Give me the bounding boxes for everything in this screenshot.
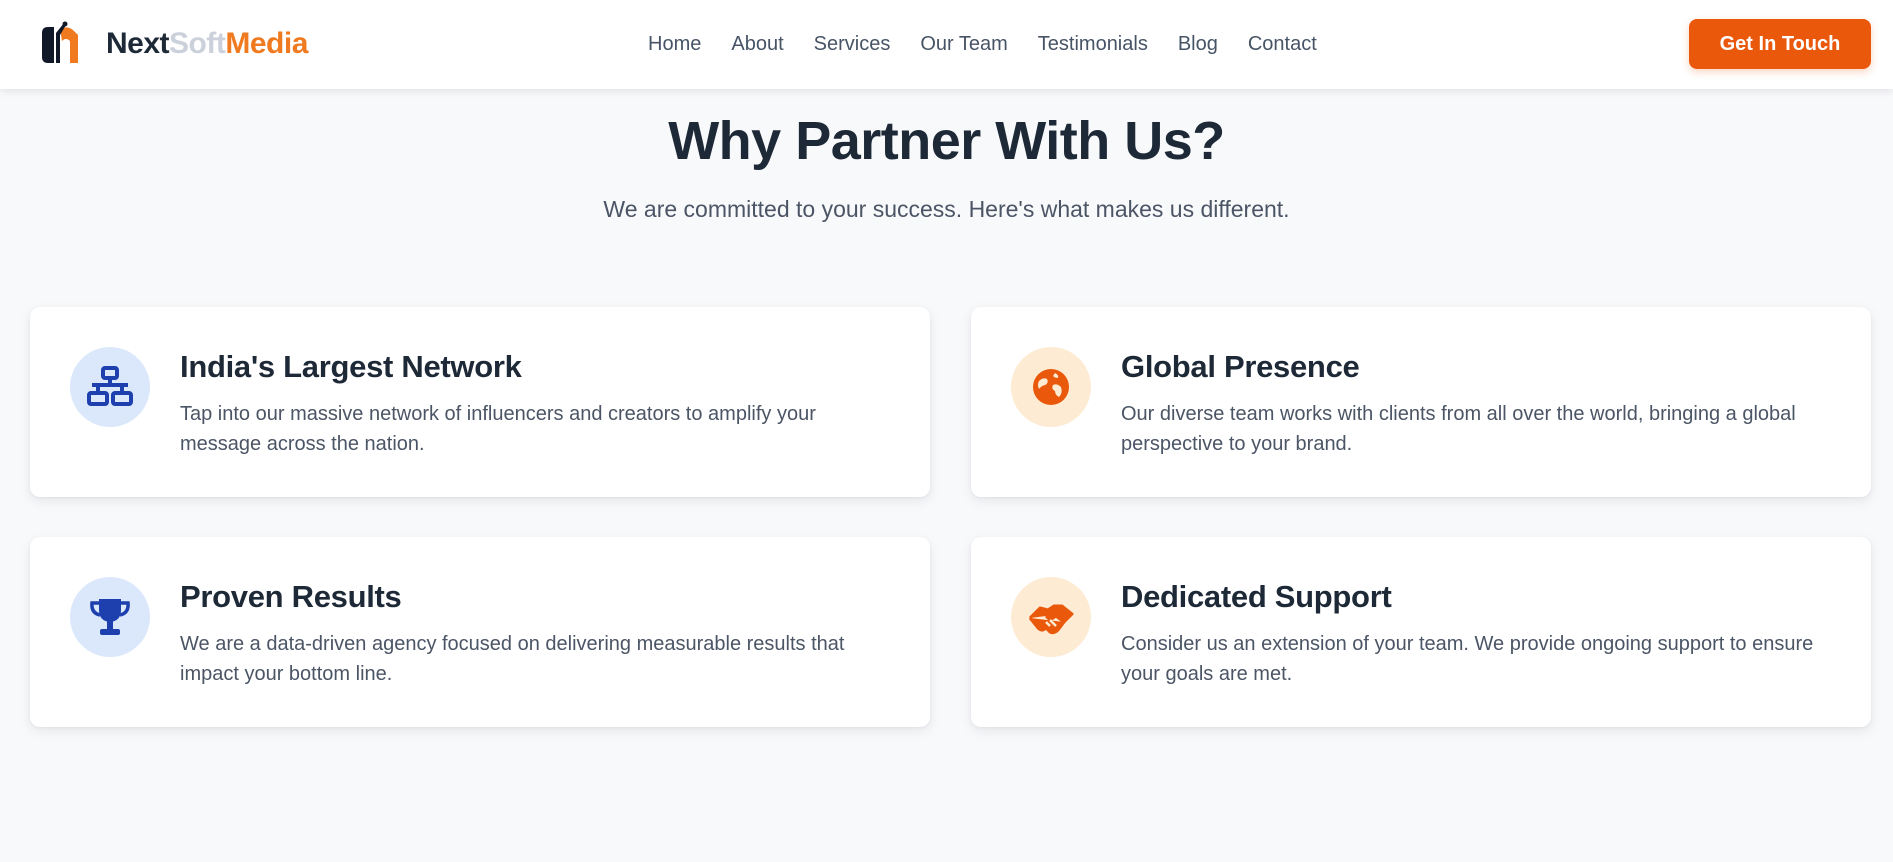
get-in-touch-button[interactable]: Get In Touch	[1689, 19, 1871, 69]
trophy-icon	[90, 599, 130, 635]
feature-card-network: India's Largest Network Tap into our mas…	[30, 307, 930, 497]
feature-description: Our diverse team works with clients from…	[1121, 403, 1796, 455]
nav-link-testimonials[interactable]: Testimonials	[1038, 30, 1148, 58]
section-subtitle: We are committed to your success. Here's…	[603, 196, 1290, 222]
nav-link-blog[interactable]: Blog	[1178, 30, 1218, 58]
handshake-icon	[1028, 604, 1074, 635]
feature-card-results: Proven Results We are a data-driven agen…	[30, 537, 930, 727]
nav-link-services[interactable]: Services	[814, 30, 891, 58]
globe-icon	[1033, 369, 1069, 405]
brand-name: Next Soft Media	[106, 27, 308, 61]
feature-title: Proven Results	[180, 579, 402, 614]
feature-icon-badge	[70, 577, 150, 657]
network-icon	[87, 366, 133, 406]
feature-icon-badge	[1011, 577, 1091, 657]
feature-card-support: Dedicated Support Consider us an extensi…	[971, 537, 1871, 727]
brand-logo-mark-icon	[42, 21, 78, 63]
feature-title: Global Presence	[1121, 349, 1360, 384]
feature-description: Tap into our massive network of influenc…	[180, 403, 816, 455]
feature-description: Consider us an extension of your team. W…	[1121, 633, 1814, 685]
main-nav: Home About Services Our Team Testimonial…	[648, 30, 1317, 58]
feature-description: We are a data-driven agency focused on d…	[180, 633, 845, 685]
nav-link-about[interactable]: About	[731, 30, 783, 58]
nav-link-home[interactable]: Home	[648, 30, 701, 58]
feature-card-global: Global Presence Our diverse team works w…	[971, 307, 1871, 497]
site-header: Next Soft Media Home About Services Our …	[0, 0, 1893, 89]
feature-icon-badge	[70, 347, 150, 427]
feature-title: India's Largest Network	[180, 349, 522, 384]
nav-link-our-team[interactable]: Our Team	[920, 30, 1007, 58]
brand-name-part2: Soft	[169, 27, 226, 60]
nav-link-contact[interactable]: Contact	[1248, 30, 1317, 58]
feature-icon-badge	[1011, 347, 1091, 427]
brand-name-part1: Next	[106, 27, 170, 60]
brand-name-part3: Media	[225, 27, 308, 60]
feature-title: Dedicated Support	[1121, 579, 1392, 614]
section-title: Why Partner With Us?	[668, 111, 1225, 171]
brand-logo[interactable]: Next Soft Media	[38, 18, 308, 70]
